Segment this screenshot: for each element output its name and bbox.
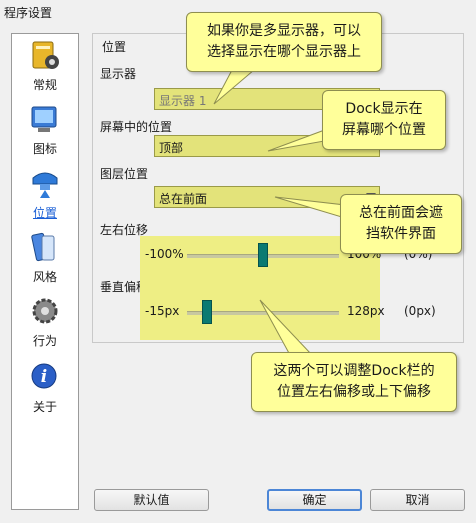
callout-offset: 这两个可以调整Dock栏的 位置左右偏移或上下偏移 xyxy=(251,352,457,412)
sidebar-item-about[interactable]: i 关于 xyxy=(12,362,78,420)
monitor-label: 显示器 xyxy=(100,67,137,81)
ok-button[interactable]: 确定 xyxy=(267,489,362,511)
svg-text:i: i xyxy=(41,367,47,387)
callout-monitor-line2: 选择显示在哪个显示器上 xyxy=(207,44,361,60)
v-offset-slider[interactable]: -15px 128px (0px) xyxy=(140,300,440,324)
h-offset-thumb[interactable] xyxy=(258,243,268,267)
callout-dock-position: Dock显示在 屏幕哪个位置 xyxy=(322,90,446,150)
callout-dock-line2: 屏幕哪个位置 xyxy=(342,122,426,138)
layer-value: 总在前面 xyxy=(159,192,208,206)
callout-layer: 总在前面会遮 挡软件界面 xyxy=(340,194,462,254)
sidebar-item-behavior[interactable]: 行为 xyxy=(12,296,78,354)
sidebar-item-icons[interactable]: 图标 xyxy=(12,104,78,162)
v-offset-max: 128px xyxy=(347,304,385,318)
callout-offset-line1: 这两个可以调整Dock栏的 xyxy=(273,363,435,379)
default-button[interactable]: 默认值 xyxy=(94,489,209,511)
sidebar-item-label: 位置 xyxy=(32,206,57,220)
behavior-icon xyxy=(32,298,58,324)
v-offset-thumb[interactable] xyxy=(201,300,212,324)
general-icon xyxy=(32,41,59,69)
callout-layer-line1: 总在前面会遮 xyxy=(359,205,443,221)
callout-monitor-line1: 如果你是多显示器，可以 xyxy=(207,23,361,39)
sidebar-item-label: 常规 xyxy=(32,78,57,92)
callout-monitor: 如果你是多显示器，可以 选择显示在哪个显示器上 xyxy=(186,12,382,72)
sidebar-item-general[interactable]: 常规 xyxy=(12,40,78,98)
sidebar-item-label: 图标 xyxy=(32,142,57,156)
sidebar-item-style[interactable]: 风格 xyxy=(12,232,78,290)
v-offset-min: -15px xyxy=(145,304,180,318)
sidebar-item-label: 风格 xyxy=(32,270,57,284)
section-title: 位置 xyxy=(100,38,129,55)
h-offset-min: -100% xyxy=(145,247,184,261)
layer-label: 图层位置 xyxy=(100,167,149,181)
sidebar-item-label: 行为 xyxy=(32,334,57,348)
monitor-select-value: 显示器 1 xyxy=(159,94,207,108)
callout-dock-line1: Dock显示在 xyxy=(345,101,423,117)
icons-icon xyxy=(31,106,57,132)
callout-offset-line2: 位置左右偏移或上下偏移 xyxy=(277,384,431,400)
sidebar: 常规 图标 位置 风格 行为 i 关于 xyxy=(11,33,79,510)
v-offset-current: (0px) xyxy=(404,304,436,318)
window-title: 程序设置 xyxy=(4,6,53,20)
callout-layer-line2: 挡软件界面 xyxy=(366,226,436,242)
sidebar-item-label: 关于 xyxy=(32,400,57,414)
screen-position-label: 屏幕中的位置 xyxy=(100,120,173,134)
position-icon xyxy=(32,172,58,198)
cancel-button[interactable]: 取消 xyxy=(370,489,465,511)
sidebar-item-position[interactable]: 位置 xyxy=(12,168,78,226)
about-icon: i xyxy=(31,363,57,389)
screen-position-value: 顶部 xyxy=(159,141,184,155)
style-icon xyxy=(31,232,55,262)
